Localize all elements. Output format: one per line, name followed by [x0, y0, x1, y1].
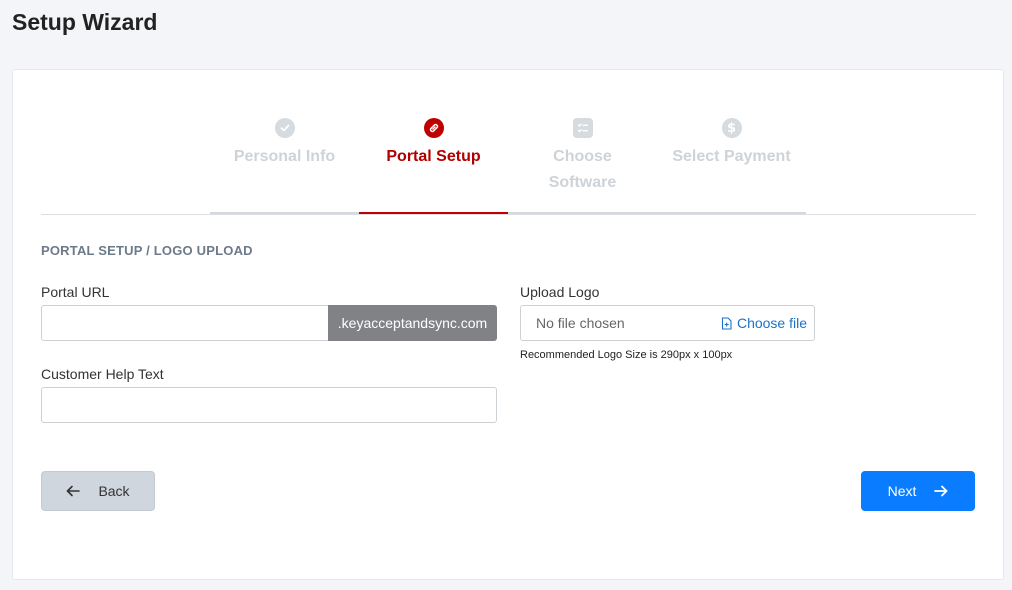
step-personal-info[interactable]: Personal Info — [210, 115, 359, 215]
step-portal-setup[interactable]: Portal Setup — [359, 115, 508, 215]
check-circle-icon — [274, 118, 295, 138]
portal-url-group: .keyacceptandsync.com — [41, 305, 497, 341]
file-status: No file chosen — [536, 315, 625, 331]
logo-file-input[interactable]: No file chosen Choose file — [520, 305, 815, 341]
step-label: Select Payment — [672, 148, 791, 165]
stepper-divider — [41, 214, 976, 215]
step-choose-software[interactable]: Choose Software — [508, 115, 657, 215]
section-title: PORTAL SETUP / LOGO UPLOAD — [41, 243, 253, 258]
checklist-icon — [572, 118, 593, 138]
link-icon — [423, 118, 444, 138]
dollar-icon: $ — [721, 118, 742, 138]
file-add-icon — [721, 316, 732, 330]
upload-logo-label: Upload Logo — [520, 284, 600, 300]
logo-size-hint: Recommended Logo Size is 290px x 100px — [520, 349, 733, 361]
arrow-left-icon — [67, 485, 81, 497]
step-label: Portal Setup — [386, 148, 481, 165]
next-label: Next — [887, 483, 917, 499]
page-title: Setup Wizard — [12, 9, 158, 35]
wizard-card: Personal Info Portal Setup Choose Softwa… — [12, 69, 1004, 580]
next-button[interactable]: Next — [861, 471, 975, 511]
choose-file-button[interactable]: Choose file — [720, 315, 807, 331]
choose-file-label: Choose file — [736, 315, 807, 331]
back-button[interactable]: Back — [41, 471, 155, 511]
portal-url-label: Portal URL — [41, 284, 110, 300]
help-text-label: Customer Help Text — [41, 366, 164, 382]
back-label: Back — [98, 483, 130, 499]
wizard-stepper: Personal Info Portal Setup Choose Softwa… — [210, 115, 807, 215]
portal-url-suffix: .keyacceptandsync.com — [328, 305, 497, 341]
portal-url-input[interactable] — [41, 305, 328, 341]
step-label: Choose Software — [548, 148, 617, 191]
arrow-right-icon — [934, 485, 948, 497]
step-select-payment[interactable]: $ Select Payment — [657, 115, 806, 215]
help-text-input[interactable] — [41, 387, 497, 423]
step-label: Personal Info — [233, 148, 336, 165]
